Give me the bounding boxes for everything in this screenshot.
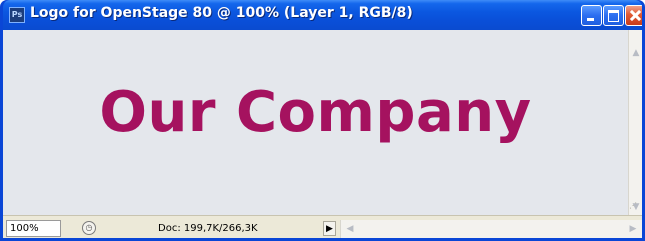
scroll-left-icon[interactable]: ◀ xyxy=(343,221,357,237)
doc-size-info: Doc: 199,7K/266,3K xyxy=(158,223,258,234)
window-title: Logo for OpenStage 80 @ 100% (Layer 1, R… xyxy=(30,5,413,21)
document-window: Ps Logo for OpenStage 80 @ 100% (Layer 1… xyxy=(0,0,645,241)
close-button[interactable] xyxy=(625,5,642,26)
scroll-up-icon[interactable]: ▲ xyxy=(630,46,642,60)
vertical-scrollbar[interactable]: ▲ ▼ xyxy=(628,30,642,215)
title-bar[interactable]: Ps Logo for OpenStage 80 @ 100% (Layer 1… xyxy=(3,0,642,30)
scroll-right-icon[interactable]: ▶ xyxy=(626,221,640,237)
maximize-button[interactable] xyxy=(603,5,624,26)
minimize-button[interactable] xyxy=(581,5,602,26)
status-menu-arrow-icon[interactable]: ▶ xyxy=(323,221,336,236)
status-clock-icon[interactable]: ◷ xyxy=(82,221,96,235)
document-canvas[interactable]: Our Company xyxy=(3,30,628,215)
logo-text: Our Company xyxy=(99,80,532,145)
status-bar: 100% ◷ Doc: 199,7K/266,3K ▶ ◀ ▶ xyxy=(3,215,642,238)
resize-grip-icon[interactable]: ⋰ xyxy=(629,200,641,212)
photoshop-document-icon[interactable]: Ps xyxy=(9,7,25,23)
zoom-field[interactable]: 100% xyxy=(6,220,61,237)
horizontal-scrollbar[interactable]: ◀ ▶ xyxy=(340,220,642,238)
